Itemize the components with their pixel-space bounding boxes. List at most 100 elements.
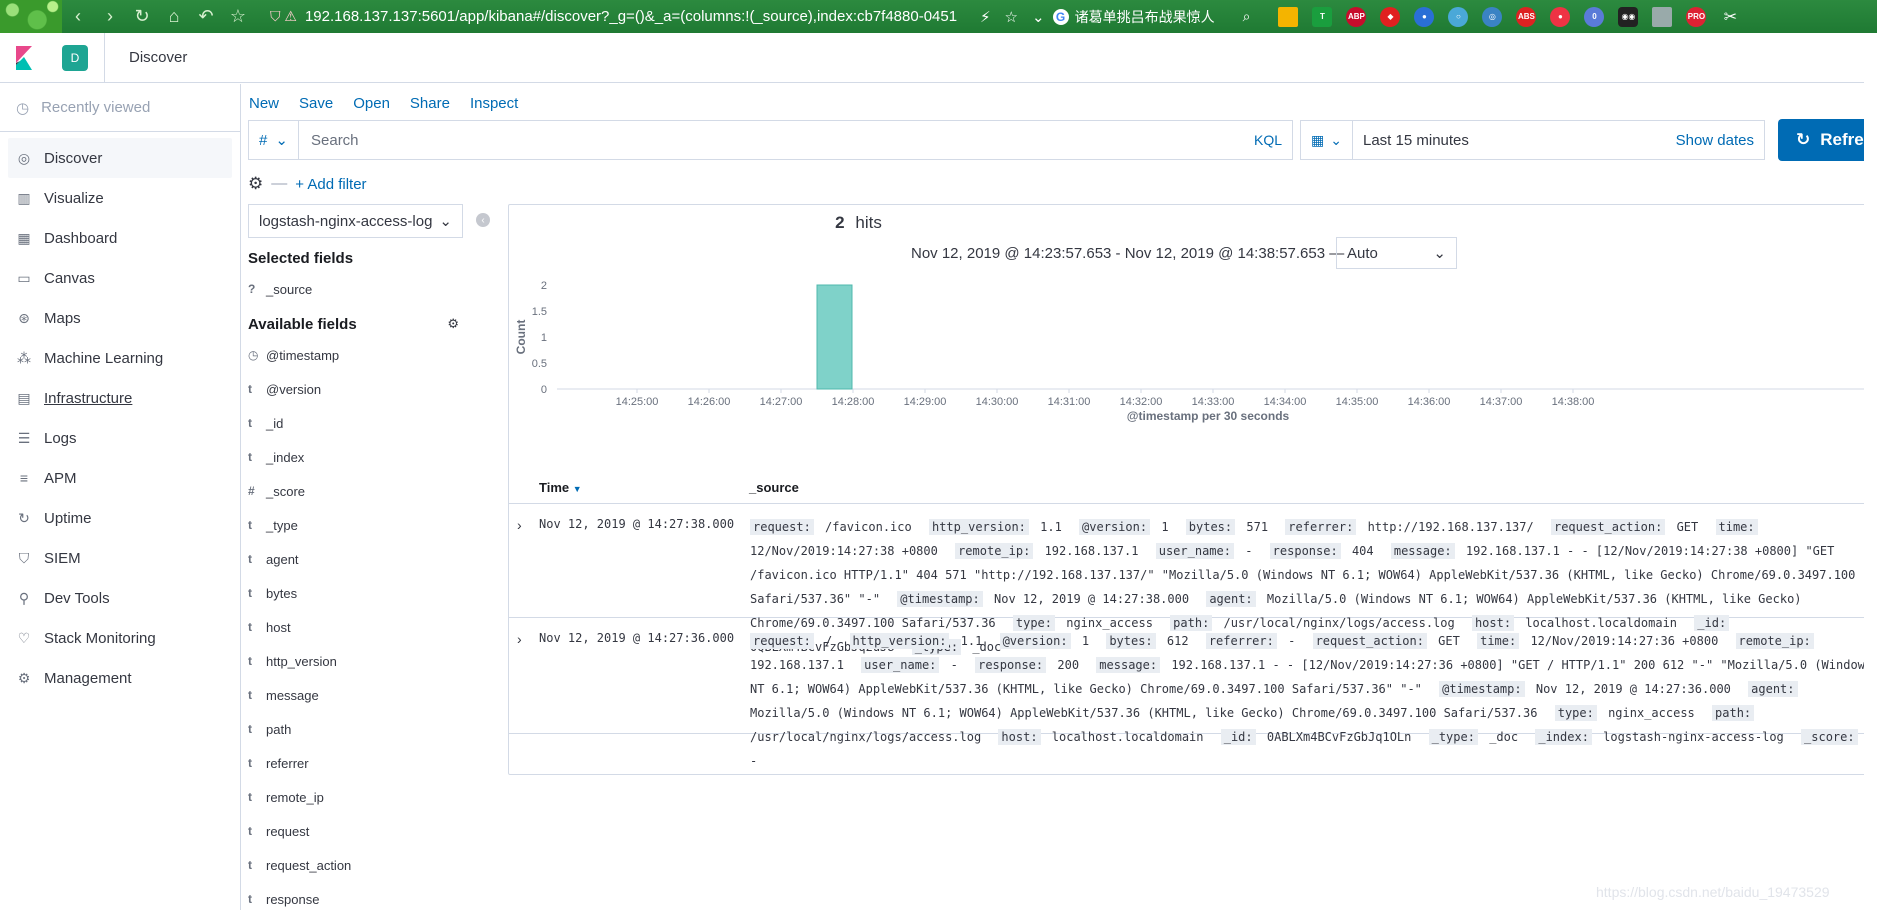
nav-dashboard[interactable]: ▦ Dashboard <box>0 218 240 258</box>
quick-menu-button[interactable]: ▦ ⌄ <box>1301 121 1353 159</box>
translate-icon[interactable]: T <box>1312 6 1333 27</box>
x-tick-label: 14:26:00 <box>688 396 731 408</box>
available-field[interactable]: # _score <box>248 474 473 508</box>
search-input[interactable] <box>299 122 1254 158</box>
abs-icon[interactable]: ABS <box>1516 6 1537 27</box>
expand-row-icon[interactable]: › <box>517 517 522 533</box>
available-field[interactable]: t request_action <box>248 848 473 882</box>
nav-dev-tools[interactable]: ⚲ Dev Tools <box>0 578 240 618</box>
circle-ext-icon[interactable]: ○ <box>1448 6 1469 27</box>
address-bar[interactable]: ⛉ ⚠ 192.168.137.137:5601/app/kibana#/dis… <box>270 4 970 29</box>
time-column-header[interactable]: Time ▼ <box>539 480 582 495</box>
nav-uptime[interactable]: ↻ Uptime <box>0 498 240 538</box>
nav-visualize[interactable]: ▥ Visualize <box>0 178 240 218</box>
nav-management[interactable]: ⚙ Management <box>0 658 240 698</box>
available-field[interactable]: t host <box>248 610 473 644</box>
available-field[interactable]: t _type <box>248 508 473 542</box>
header-divider <box>104 32 105 83</box>
source-field-key: referrer: <box>1285 519 1357 535</box>
available-field[interactable]: ◷ @timestamp <box>248 338 473 372</box>
available-field[interactable]: t path <box>248 712 473 746</box>
y-tick-label: 0.5 <box>532 358 547 370</box>
lightning-icon[interactable]: ⚡ <box>980 8 991 26</box>
scissors-icon[interactable]: ✂ <box>1720 7 1740 27</box>
nav-label: Uptime <box>44 509 92 527</box>
available-field[interactable]: t request <box>248 814 473 848</box>
y-tick-label: 0 <box>541 384 547 396</box>
refresh-button[interactable]: ↻ Refresh <box>1778 119 1877 161</box>
kql-toggle[interactable]: KQL <box>1254 132 1292 148</box>
saved-query-button[interactable]: # ⌄ <box>249 121 299 159</box>
inspect-button[interactable]: Inspect <box>470 95 518 112</box>
hits-count: 2 hits <box>509 213 1208 233</box>
show-dates-link[interactable]: Show dates <box>1676 132 1764 149</box>
available-field[interactable]: t remote_ip <box>248 780 473 814</box>
add-filter-button[interactable]: + Add filter <box>295 176 366 193</box>
interval-select[interactable]: Auto ⌄ <box>1336 237 1457 269</box>
kibana-logo-icon[interactable] <box>0 33 48 83</box>
field-name: referrer <box>266 755 309 771</box>
nav-infrastructure[interactable]: ▤ Infrastructure <box>0 378 240 418</box>
gear-icon[interactable]: ⚙ <box>447 316 459 338</box>
home-icon[interactable]: ⌂ <box>158 6 190 27</box>
search-icon[interactable]: ⌕ <box>1243 8 1251 25</box>
nav-siem[interactable]: ⛉ SIEM <box>0 538 240 578</box>
blue-badge-icon[interactable]: 0 <box>1584 6 1605 27</box>
available-field[interactable]: t message <box>248 678 473 712</box>
nav-maps[interactable]: ⊛ Maps <box>0 298 240 338</box>
string-type-icon: t <box>248 450 252 464</box>
share-button[interactable]: Share <box>410 95 450 112</box>
pro-icon[interactable]: PRO <box>1686 6 1707 27</box>
gray-ext-icon[interactable] <box>1652 6 1673 27</box>
reload-icon[interactable]: ↻ <box>126 6 158 27</box>
source-field-value: Mozilla/5.0 (Windows NT 6.1; WOW64) Appl… <box>750 706 1538 720</box>
globe-icon[interactable]: ● <box>1414 6 1435 27</box>
bookmark-star-icon[interactable]: ☆ <box>222 6 254 27</box>
gear-icon[interactable]: ⚙ <box>248 174 263 194</box>
recently-viewed[interactable]: ◷ Recently viewed <box>0 84 240 132</box>
expand-row-icon[interactable]: › <box>517 631 522 647</box>
field-name: request <box>266 823 310 839</box>
time-range[interactable]: Last 15 minutes <box>1353 132 1676 149</box>
collapse-sidebar-icon[interactable]: ‹ <box>476 213 490 227</box>
available-field[interactable]: t response <box>248 882 473 916</box>
histogram-bar[interactable] <box>816 284 853 390</box>
available-field[interactable]: t @version <box>248 372 473 406</box>
available-field[interactable]: t _index <box>248 440 473 474</box>
selected-field[interactable]: ? _source <box>248 272 473 306</box>
ring-ext-icon[interactable]: ◎ <box>1482 6 1503 27</box>
nav-canvas[interactable]: ▭ Canvas <box>0 258 240 298</box>
index-pattern-select[interactable]: logstash-nginx-access-log ⌄ <box>248 204 463 238</box>
apps-grid-icon[interactable] <box>1278 6 1299 27</box>
available-field[interactable]: t referrer <box>248 746 473 780</box>
shield-icon: ⛉ ⚠ <box>270 8 297 24</box>
shield-red-icon[interactable]: ◆ <box>1380 6 1401 27</box>
available-field[interactable]: t _id <box>248 406 473 440</box>
nav-logs[interactable]: ☰ Logs <box>0 418 240 458</box>
forward-icon[interactable]: › <box>94 6 126 27</box>
star-icon[interactable]: ☆ <box>1005 8 1018 26</box>
discover-main: New Save Open Share Inspect # ⌄ KQL ▦ ⌄ … <box>242 84 1877 910</box>
open-button[interactable]: Open <box>353 95 390 112</box>
adblock-plus-icon[interactable]: ABP <box>1346 6 1367 27</box>
owl-icon[interactable]: ◉◉ <box>1618 6 1639 27</box>
nav-discover[interactable]: ◎ Discover <box>8 138 232 178</box>
space-avatar[interactable]: D <box>62 44 88 71</box>
field-name: _score <box>266 483 306 499</box>
undo-icon[interactable]: ↶ <box>190 6 222 27</box>
available-field[interactable]: t http_version <box>248 644 473 678</box>
save-button[interactable]: Save <box>299 95 333 112</box>
field-name: _source <box>266 281 313 297</box>
available-field[interactable]: t agent <box>248 542 473 576</box>
nav-stack-monitoring[interactable]: ♡ Stack Monitoring <box>0 618 240 658</box>
browser-search-box[interactable]: G 诸葛单挑吕布战果惊人 ⌕ <box>1052 7 1251 27</box>
back-icon[interactable]: ‹ <box>62 6 94 27</box>
source-field-value: /favicon.ico <box>825 520 912 534</box>
red-badge-icon[interactable]: ● <box>1550 6 1571 27</box>
nav-machine-learning[interactable]: ⁂ Machine Learning <box>0 338 240 378</box>
chevron-down-icon[interactable]: ⌄ <box>1032 8 1045 26</box>
available-field[interactable]: t bytes <box>248 576 473 610</box>
scrollbar[interactable] <box>1864 33 1877 910</box>
new-button[interactable]: New <box>249 95 279 112</box>
nav-apm[interactable]: ≡ APM <box>0 458 240 498</box>
